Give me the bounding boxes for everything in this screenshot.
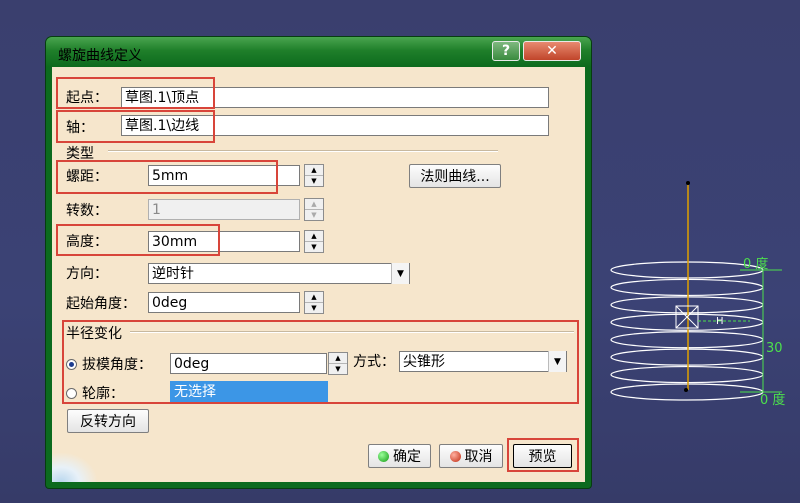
chevron-down-icon: ▼ <box>311 211 317 219</box>
profile-label: 轮廓： <box>82 386 124 402</box>
pitch-label: 螺距： <box>66 169 108 185</box>
profile-radio[interactable] <box>66 388 77 399</box>
height-dimension <box>698 269 782 393</box>
corner-glow <box>52 452 98 482</box>
radius-variation-divider <box>130 331 574 333</box>
helix-coil <box>610 365 764 384</box>
profile-field[interactable]: 无选择 <box>170 381 328 402</box>
orientation-select[interactable]: 逆时针 <box>148 263 410 284</box>
pitch-field[interactable]: 5mm <box>148 165 300 186</box>
helix-coil <box>610 296 764 314</box>
title-bar[interactable]: 螺旋曲线定义 ? ✕ <box>46 37 591 67</box>
chevron-up-icon[interactable]: ▲ <box>329 353 347 364</box>
taper-angle-radio[interactable] <box>66 359 77 370</box>
axis-bottom-point <box>684 388 688 392</box>
chevron-up-icon[interactable]: ▲ <box>305 231 323 242</box>
bottom-angle-label: 0 度 <box>760 392 785 408</box>
axis-field[interactable]: 草图.1\边线 <box>121 115 549 136</box>
chevron-down-icon[interactable]: ▼ <box>329 364 347 374</box>
close-icon: ✕ <box>546 43 558 59</box>
chevron-up-icon[interactable]: ▲ <box>305 165 323 176</box>
cancel-label: 取消 <box>464 449 493 465</box>
height-dim-label: 30 <box>766 341 783 356</box>
start-point-field[interactable]: 草图.1\顶点 <box>121 87 549 108</box>
orientation-label: 方向： <box>66 266 108 282</box>
chevron-down-icon[interactable]: ▼ <box>305 303 323 313</box>
way-label: 方式： <box>353 354 395 370</box>
chevron-up-icon: ▲ <box>305 199 323 210</box>
start-angle-label: 起始角度： <box>66 296 136 312</box>
help-button[interactable]: ? <box>492 41 520 61</box>
start-angle-field[interactable]: 0deg <box>148 292 300 313</box>
type-group-label: 类型 <box>66 146 94 162</box>
close-button[interactable]: ✕ <box>523 41 581 61</box>
dialog-client: 起点： 草图.1\顶点 轴： 草图.1\边线 类型 螺距： 5mm ▲ ▼ 法则… <box>52 67 585 482</box>
green-dot-icon <box>378 450 389 462</box>
helix-coil <box>610 278 764 297</box>
chevron-up-icon[interactable]: ▲ <box>305 292 323 303</box>
height-label: 高度： <box>66 234 108 250</box>
helix-coil <box>610 348 764 366</box>
helix-definition-dialog: 螺旋曲线定义 ? ✕ 起点： 草图.1\顶点 轴： 草图.1\边线 类型 螺距：… <box>46 37 591 488</box>
reverse-direction-button[interactable]: 反转方向 <box>67 409 149 433</box>
turns-stepper: ▲ ▼ <box>304 198 324 221</box>
height-field[interactable]: 30mm <box>148 231 300 252</box>
taper-angle-label: 拔模角度： <box>82 357 152 373</box>
turns-field: 1 <box>148 199 300 220</box>
ok-button[interactable]: 确定 <box>368 444 431 468</box>
preview-button[interactable]: 预览 <box>513 444 572 468</box>
chevron-down-icon[interactable]: ▼ <box>391 263 409 284</box>
chevron-down-icon[interactable]: ▼ <box>305 176 323 186</box>
dialog-title: 螺旋曲线定义 <box>58 48 142 64</box>
taper-angle-stepper[interactable]: ▲ ▼ <box>328 352 348 375</box>
helix-curve <box>610 261 764 401</box>
axis-top-point <box>686 181 690 185</box>
start-angle-stepper[interactable]: ▲ ▼ <box>304 291 324 314</box>
way-select[interactable]: 尖锥形 <box>399 351 567 372</box>
axis-label: 轴： <box>66 120 94 136</box>
axis-marker <box>675 305 699 329</box>
chevron-down-icon[interactable]: ▼ <box>548 351 566 372</box>
top-angle-label: 0 度 <box>743 256 768 272</box>
chevron-down-icon[interactable]: ▼ <box>305 242 323 252</box>
ok-label: 确定 <box>393 449 421 465</box>
helix-coil <box>610 331 764 349</box>
turns-label: 转数： <box>66 203 108 219</box>
law-curve-button[interactable]: 法则曲线... <box>409 164 501 188</box>
taper-angle-field[interactable]: 0deg <box>170 353 327 374</box>
help-icon: ? <box>501 43 511 59</box>
height-stepper[interactable]: ▲ ▼ <box>304 230 324 253</box>
radius-variation-label: 半径变化 <box>66 326 122 342</box>
type-group-divider <box>108 150 498 152</box>
pitch-stepper[interactable]: ▲ ▼ <box>304 164 324 187</box>
cancel-button[interactable]: 取消 <box>439 444 503 468</box>
start-point-label: 起点： <box>66 90 108 106</box>
red-dot-icon <box>449 450 461 462</box>
